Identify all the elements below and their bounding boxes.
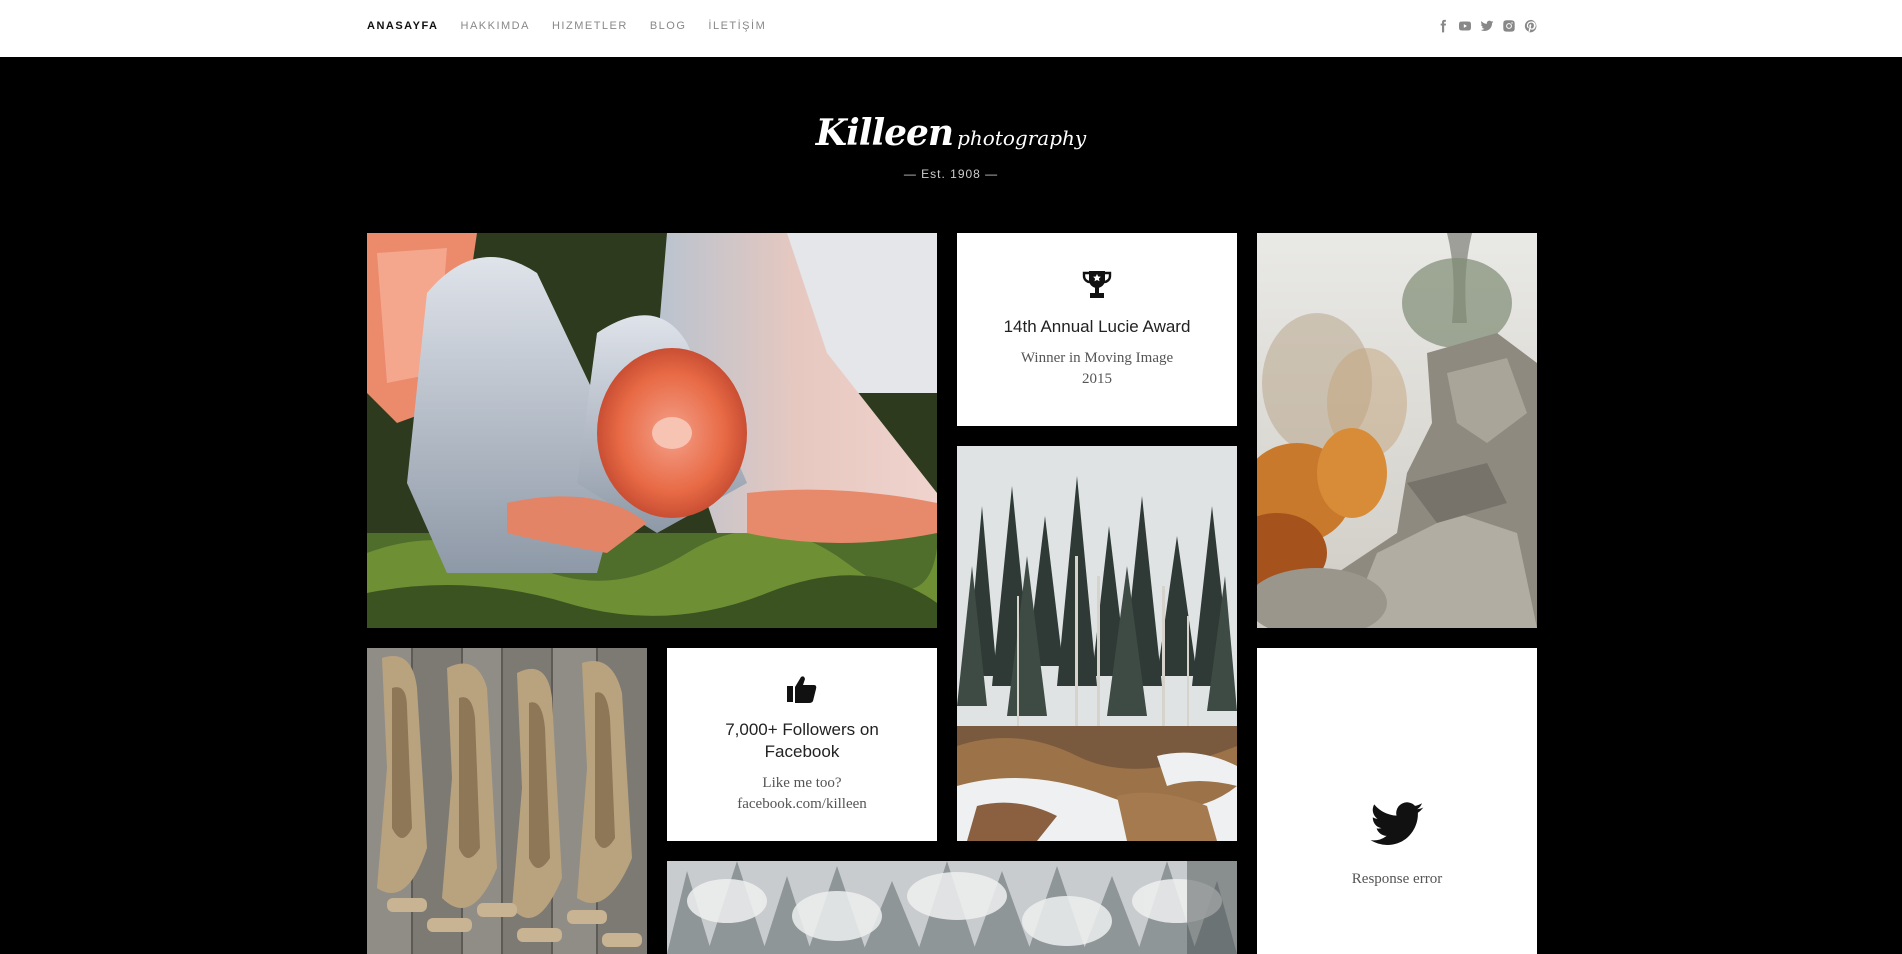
facebook-link[interactable]: facebook.com/killeen — [737, 794, 867, 815]
twitter-response-text: Response error — [1351, 871, 1443, 887]
thumbs-up-icon — [786, 674, 818, 709]
established-tagline: — Est. 1908 — — [903, 167, 999, 181]
nav-item-blog[interactable]: BLOG — [650, 20, 687, 32]
twitter-feed-card: Response error — [1257, 648, 1537, 954]
facebook-followers-title: 7,000+ Followers on Facebook — [725, 719, 879, 763]
award-line-2: 2015 — [1082, 371, 1112, 387]
site-logo[interactable]: Killeen photography — [0, 112, 1902, 154]
nav-item-hizmetler[interactable]: HIZMETLER — [552, 20, 628, 32]
trophy-icon — [1082, 269, 1112, 306]
twitter-icon[interactable] — [1480, 19, 1494, 33]
award-card: 14th Annual Lucie Award Winner in Moving… — [957, 233, 1237, 426]
nav-item-hakkimda[interactable]: HAKKIMDA — [461, 20, 530, 32]
award-line-1: Winner in Moving Image — [1020, 350, 1174, 366]
facebook-title-line-1: 7,000+ Followers on — [725, 720, 879, 739]
instagram-icon[interactable] — [1502, 19, 1516, 33]
facebook-followers-card: 7,000+ Followers on Facebook Like me too… — [667, 648, 937, 841]
photo-salmon[interactable] — [367, 233, 937, 628]
photo-autumn-rocks[interactable] — [1257, 233, 1537, 628]
facebook-title-line-2: Facebook — [764, 742, 840, 761]
facebook-icon[interactable] — [1436, 19, 1450, 33]
top-navigation-bar: ANASAYFA HAKKIMDA HIZMETLER BLOG İLETİŞİ… — [0, 0, 1902, 57]
nav-item-anasayfa[interactable]: ANASAYFA — [367, 20, 439, 32]
facebook-description: Like me too? facebook.com/killeen — [737, 773, 867, 815]
twitter-bird-icon — [1368, 802, 1426, 855]
nav-item-iletisim[interactable]: İLETİŞİM — [708, 20, 766, 32]
award-title: 14th Annual Lucie Award — [1003, 317, 1191, 336]
photo-snowy-forest[interactable] — [957, 446, 1237, 841]
photo-snowy-trees[interactable] — [667, 861, 1237, 954]
youtube-icon[interactable] — [1458, 19, 1472, 33]
logo-small-text: photography — [957, 126, 1087, 150]
award-description: Winner in Moving Image 2015 — [1021, 348, 1173, 390]
main-menu: ANASAYFA HAKKIMDA HIZMETLER BLOG İLETİŞİ… — [367, 20, 766, 32]
logo-script-text: Killeen — [815, 112, 954, 154]
social-links — [1436, 19, 1538, 33]
photo-fishing-nets[interactable] — [367, 648, 647, 954]
facebook-line-1: Like me too? — [762, 775, 842, 791]
pinterest-icon[interactable] — [1524, 19, 1538, 33]
